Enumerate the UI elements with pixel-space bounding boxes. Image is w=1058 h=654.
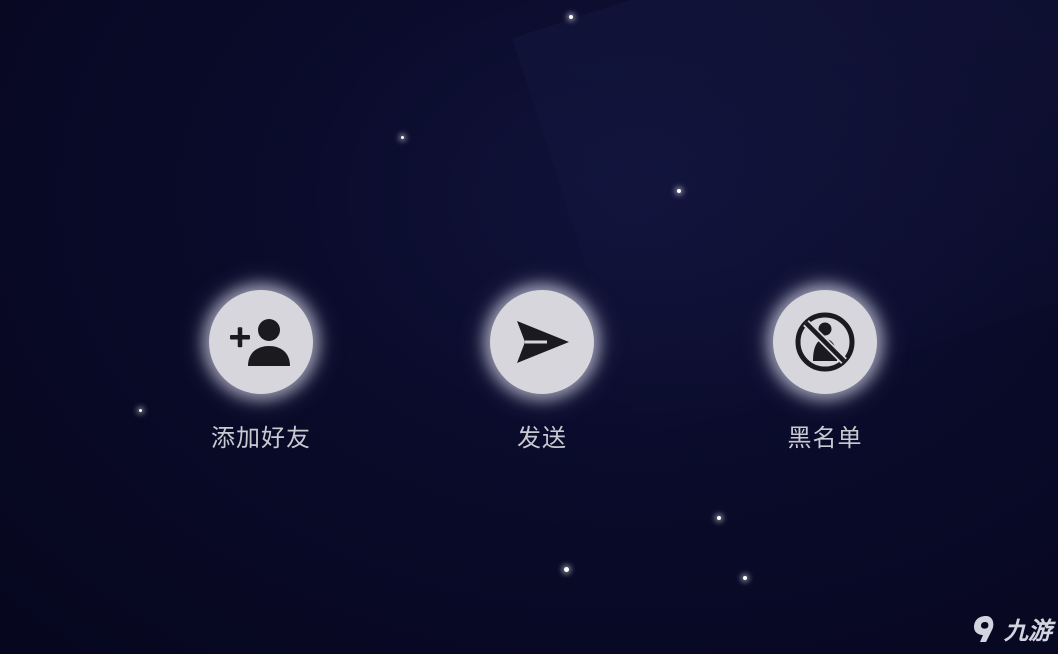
jiuyou-logo-icon <box>974 615 994 642</box>
add-friend-circle[interactable] <box>209 290 313 394</box>
send-circle[interactable] <box>490 290 594 394</box>
blacklist-label: 黑名单 <box>787 424 863 452</box>
star <box>564 567 569 572</box>
star <box>677 189 681 193</box>
blacklist-circle[interactable] <box>773 290 877 394</box>
star <box>569 15 573 19</box>
add-user-icon <box>230 319 290 366</box>
send-icon <box>517 321 569 363</box>
add-friend-button[interactable]: 添加好友 <box>181 290 341 453</box>
blacklist-button[interactable]: 黑名单 <box>745 290 905 453</box>
star <box>717 516 721 520</box>
star <box>401 136 404 139</box>
star <box>743 576 747 580</box>
watermark: 九游 <box>972 611 1052 646</box>
send-label: 发送 <box>517 424 567 452</box>
block-user-icon <box>795 312 855 372</box>
star <box>139 409 142 412</box>
watermark-text: 九游 <box>1004 617 1052 645</box>
send-button[interactable]: 发送 <box>462 290 622 453</box>
add-friend-label: 添加好友 <box>211 424 311 452</box>
